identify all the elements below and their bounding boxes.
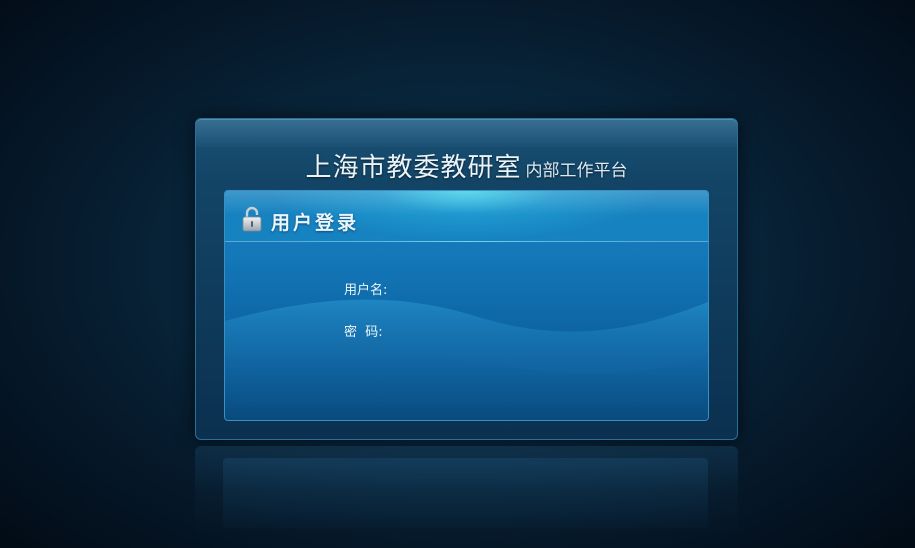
login-title: 用户登录 [271, 212, 360, 234]
lock-icon [242, 206, 262, 232]
platform-title-sub: 内部工作平台 [525, 161, 628, 181]
username-input[interactable] [397, 276, 601, 298]
login-form-panel: 用户登录 用户名: 密 码: [224, 190, 709, 421]
panel-reflection [195, 446, 738, 536]
platform-title-main: 上海市教委教研室 [305, 153, 522, 183]
login-window: 上海市教委教研室 内部工作平台 用户登录 用户名: 密 码: [195, 118, 738, 440]
username-label: 用户名: [344, 283, 388, 298]
password-input[interactable] [397, 318, 601, 340]
login-page: 上海市教委教研室 内部工作平台 用户登录 用户名: 密 码: [0, 0, 915, 548]
password-label: 密 码: [344, 325, 383, 340]
panel-reflection-inner [223, 458, 708, 528]
platform-title: 上海市教委教研室 内部工作平台 [196, 147, 737, 184]
